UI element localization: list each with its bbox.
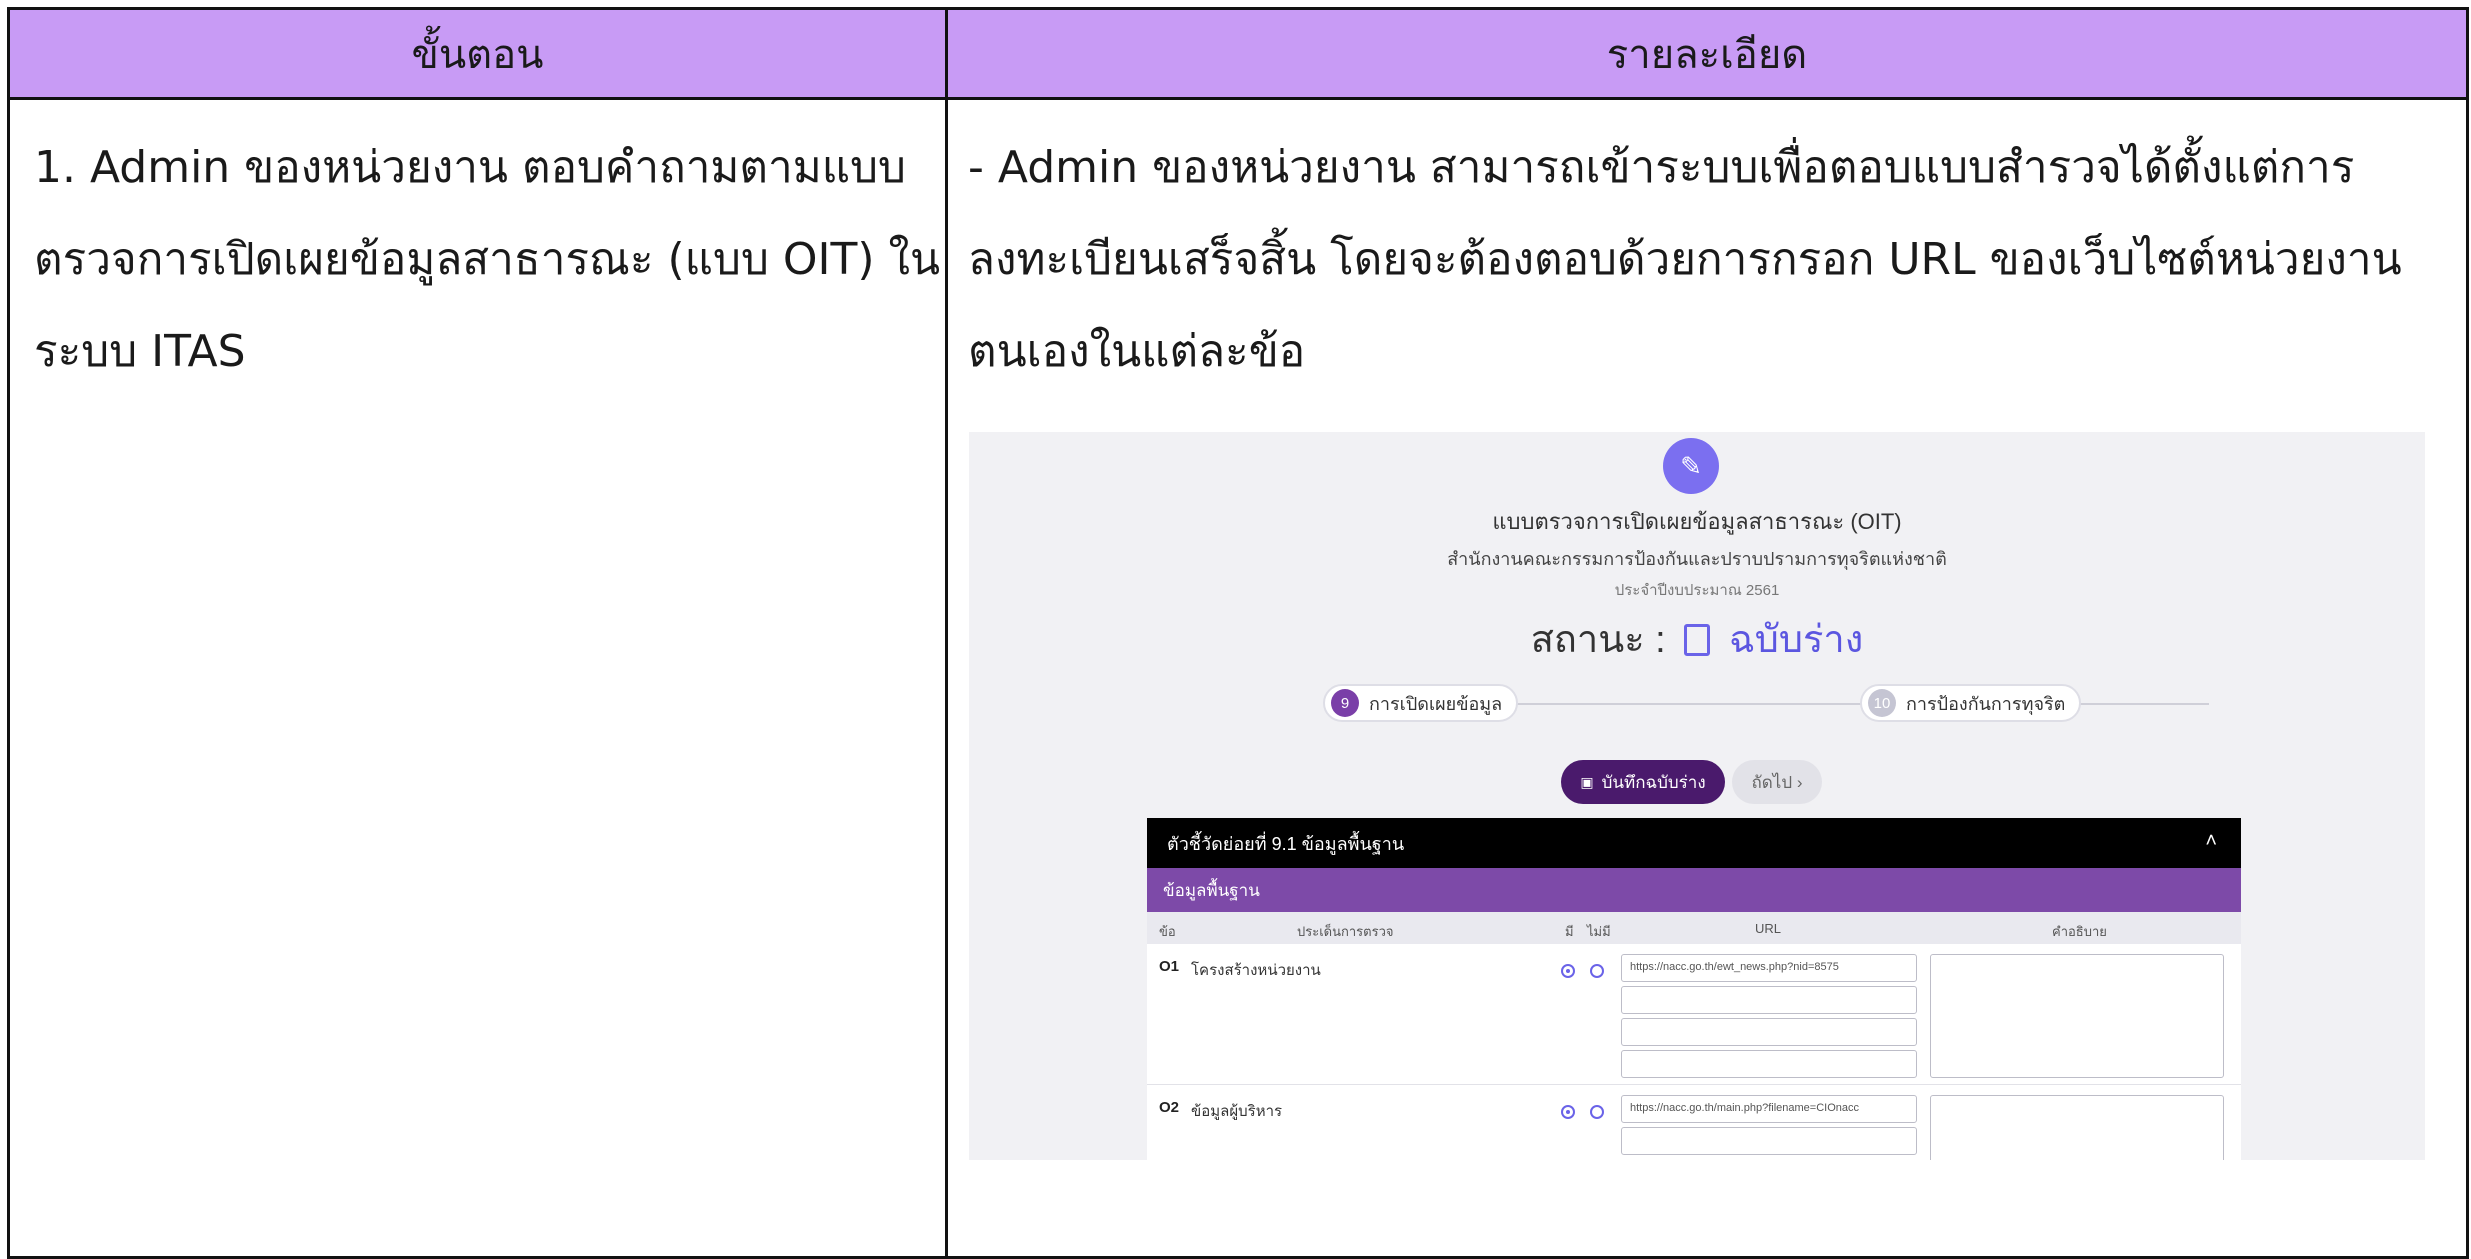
step-number: 10 [1868,689,1896,717]
step-number: 9 [1331,689,1359,717]
panel-title: ตัวชี้วัดย่อยที่ 9.1 ข้อมูลพื้นฐาน [1167,833,1405,854]
chevron-up-icon[interactable]: ˄ [2205,830,2217,853]
status-value: ฉบับร่าง [1728,619,1864,661]
col-no-have: ไม่มี [1587,924,1611,939]
step-cell: 1. Admin ของหน่วยงาน ตอบคำถามตามแบบ ตรวจ… [34,122,941,398]
table-head: ข้อ ประเด็นการตรวจ มี ไม่มี URL คำอธิบาย [1147,912,2241,944]
panel-subheader: ข้อมูลพื้นฐาน [1147,868,2241,912]
row-number: O1 [1159,958,1180,975]
description-textarea[interactable] [1930,1095,2224,1160]
indicator-panel: ตัวชี้วัดย่อยที่ 9.1 ข้อมูลพื้นฐาน ˄ ข้อ… [1147,818,2241,1160]
status-line: สถานะ : ฉบับร่าง [969,608,2425,669]
step-line: ตรวจการเปิดเผยข้อมูลสาธารณะ (แบบ OIT) ใน [34,234,941,285]
save-draft-button[interactable]: ▣ บันทึกฉบับร่าง [1561,760,1725,804]
edit-pencil-icon[interactable]: ✎ [1663,438,1719,494]
fiscal-year: ประจำปีงบประมาณ 2561 [1614,582,1780,599]
step-9[interactable]: 9 การเปิดเผยข้อมูล [1323,684,1519,722]
url-input[interactable]: https://nacc.go.th/main.php?filename=CIO… [1621,1095,1917,1123]
url-input[interactable] [1621,986,1917,1014]
url-input[interactable] [1621,1018,1917,1046]
col-desc: คำอธิบาย [2052,924,2107,939]
detail-line: ตนเองในแต่ละข้อ [968,326,1306,377]
column-divider [945,10,948,1256]
radio-no[interactable] [1590,1105,1604,1119]
table-row: O2 ข้อมูลผู้บริหาร https://nacc.go.th/ma… [1147,1085,2241,1160]
radio-no[interactable] [1590,964,1604,978]
save-draft-label: บันทึกฉบับร่าง [1601,772,1706,792]
detail-line: - Admin ของหน่วยงาน สามารถเข้าระบบเพื่อต… [968,142,2355,193]
row-issue: โครงสร้างหน่วยงาน [1191,962,1321,979]
url-input[interactable]: https://nacc.go.th/ewt_news.php?nid=8575 [1621,954,1917,982]
embedded-screenshot: ✎ แบบตรวจการเปิดเผยข้อมูลสาธารณะ (OIT) ส… [969,432,2425,1160]
step-line: ระบบ ITAS [34,326,246,377]
stepper-line [1509,703,2209,705]
table-header-row: ขั้นตอน รายละเอียด [10,10,2466,100]
detail-cell: - Admin ของหน่วยงาน สามารถเข้าระบบเพื่อต… [968,122,2458,398]
detail-line: ลงทะเบียนเสร็จสิ้น โดยจะต้องตอบด้วยการกร… [968,234,2402,285]
col-issue: ประเด็นการตรวจ [1297,924,1394,939]
header-step: ขั้นตอน [411,31,544,78]
row-number: O2 [1159,1099,1180,1116]
document-icon [1684,624,1711,656]
save-icon: ▣ [1580,773,1594,790]
next-button[interactable]: ถัดไป › [1732,760,1822,804]
url-input[interactable] [1621,1050,1917,1078]
step-label: การป้องกันการทุจริต [1906,693,2066,714]
step-label: การเปิดเผยข้อมูล [1369,693,1503,714]
col-url: URL [1755,921,1782,936]
col-no: ข้อ [1159,924,1176,939]
description-textarea[interactable] [1930,954,2224,1078]
radio-yes[interactable] [1561,964,1575,978]
url-input[interactable] [1621,1127,1917,1155]
col-yes: มี [1565,924,1574,939]
form-title: แบบตรวจการเปิดเผยข้อมูลสาธารณะ (OIT) [1492,509,1902,534]
panel-header[interactable]: ตัวชี้วัดย่อยที่ 9.1 ข้อมูลพื้นฐาน ˄ [1147,818,2241,868]
header-detail: รายละเอียด [1606,31,1808,78]
agency-name: สำนักงานคณะกรรมการป้องกันและปราบปรามการท… [1447,549,1947,569]
step-10[interactable]: 10 การป้องกันการทุจริต [1860,684,2082,722]
row-issue: ข้อมูลผู้บริหาร [1191,1103,1283,1120]
radio-yes[interactable] [1561,1105,1575,1119]
step-line: 1. Admin ของหน่วยงาน ตอบคำถามตามแบบ [34,142,906,193]
table-row: O1 โครงสร้างหน่วยงาน https://nacc.go.th/… [1147,944,2241,1085]
status-label: สถานะ : [1530,619,1666,661]
